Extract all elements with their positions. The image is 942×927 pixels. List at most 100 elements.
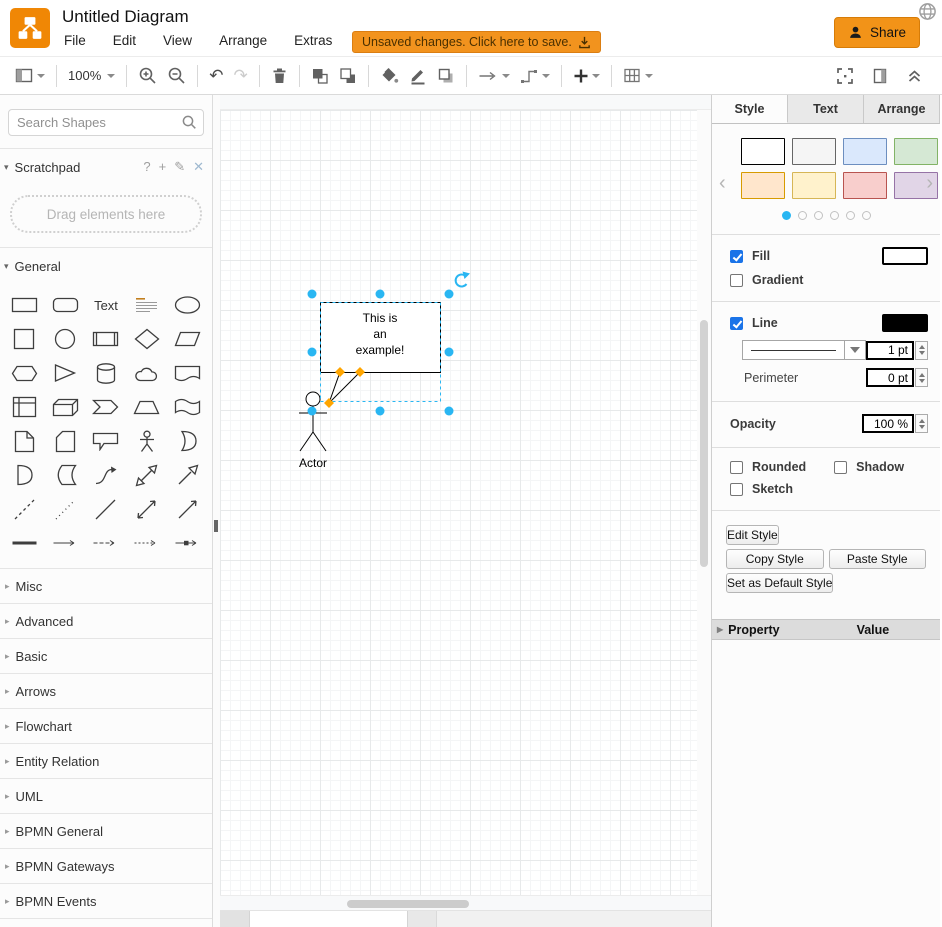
sidebar-section-bpmn-general[interactable]: ▸BPMN General <box>0 813 212 848</box>
swatch-page-dot-4[interactable] <box>846 211 855 220</box>
shape-trapezoid[interactable] <box>126 390 167 424</box>
dropdown-arrow-button[interactable] <box>844 341 865 359</box>
sidebar-section-bpmn-events[interactable]: ▸BPMN Events <box>0 883 212 918</box>
undo-button[interactable]: ↶ <box>204 62 228 90</box>
shape-process[interactable] <box>86 322 127 356</box>
sidebar-section-advanced[interactable]: ▸Advanced <box>0 603 212 638</box>
drawing-page[interactable]: This is an example! Actor <box>220 110 697 895</box>
shape-card[interactable] <box>45 424 86 458</box>
set-default-style-button[interactable]: Set as Default Style <box>726 573 833 593</box>
style-swatch-3[interactable] <box>894 138 938 165</box>
help-icon[interactable]: ? <box>143 159 150 175</box>
shape-note[interactable] <box>4 424 45 458</box>
selection-handle[interactable] <box>308 290 317 299</box>
to-back-button[interactable] <box>334 62 362 90</box>
menu-file[interactable]: File <box>64 33 86 48</box>
property-table-header[interactable]: ▶ Property Value <box>712 619 940 640</box>
shape-curve[interactable] <box>86 458 127 492</box>
shape-tape[interactable] <box>167 390 208 424</box>
selection-handle[interactable] <box>308 407 317 416</box>
selection-handle[interactable] <box>376 407 385 416</box>
zoom-level-dropdown[interactable]: 100% <box>63 62 120 90</box>
copy-style-button[interactable]: Copy Style <box>726 549 824 569</box>
horizontal-scrollbar-thumb[interactable] <box>347 900 469 908</box>
zoom-in-button[interactable] <box>133 62 162 90</box>
fill-color-swatch[interactable] <box>882 247 928 265</box>
style-swatch-1[interactable] <box>792 138 836 165</box>
menu-extras[interactable]: Extras <box>294 33 332 48</box>
sidebar-section-misc[interactable]: ▸Misc <box>0 568 212 603</box>
opacity-input[interactable] <box>862 414 914 433</box>
fill-checkbox[interactable] <box>730 250 743 263</box>
shape-dotted-edge[interactable] <box>126 526 167 560</box>
selected-rectangle-shape[interactable]: This is an example! <box>321 303 441 373</box>
shape-dotted-line[interactable] <box>45 492 86 526</box>
shape-line[interactable] <box>86 492 127 526</box>
delete-button[interactable] <box>266 62 293 90</box>
line-style-dropdown[interactable] <box>742 340 866 360</box>
sketch-checkbox[interactable] <box>730 483 743 496</box>
style-swatch-4[interactable] <box>741 172 785 199</box>
canvas[interactable]: This is an example! Actor <box>220 95 711 927</box>
swatch-page-dot-2[interactable] <box>814 211 823 220</box>
shape-dashed-line[interactable] <box>4 492 45 526</box>
sidebar-section-flowchart[interactable]: ▸Flowchart <box>0 708 212 743</box>
shape-step[interactable] <box>86 390 127 424</box>
shape-cube[interactable] <box>45 390 86 424</box>
scratchpad-dropzone[interactable]: Drag elements here <box>10 195 202 233</box>
opacity-stepper[interactable] <box>915 414 928 433</box>
selection-handle[interactable] <box>445 407 454 416</box>
shape-link[interactable] <box>4 526 45 560</box>
swatch-page-dot-0[interactable] <box>782 211 791 220</box>
unsaved-changes-button[interactable]: Unsaved changes. Click here to save. <box>352 31 601 53</box>
paste-style-button[interactable]: Paste Style <box>829 549 927 569</box>
shape-cloud[interactable] <box>126 356 167 390</box>
line-color-swatch[interactable] <box>882 314 928 332</box>
close-icon[interactable]: ✕ <box>193 159 204 175</box>
shape-document[interactable] <box>167 356 208 390</box>
menu-view[interactable]: View <box>163 33 192 48</box>
language-globe-icon[interactable] <box>918 2 937 26</box>
shape-directional-connector[interactable] <box>167 492 208 526</box>
edit-style-button[interactable]: Edit Style <box>726 525 779 545</box>
line-color-button[interactable] <box>404 62 432 90</box>
shape-cylinder[interactable] <box>86 356 127 390</box>
vertical-scrollbar-thumb[interactable] <box>700 320 708 567</box>
shape-dashed-edge[interactable] <box>86 526 127 560</box>
shape-rounded-rectangle[interactable] <box>45 288 86 322</box>
shape-triangle[interactable] <box>45 356 86 390</box>
sidebar-splitter[interactable] <box>213 95 220 927</box>
sidebar-section-uml[interactable]: ▸UML <box>0 778 212 813</box>
shape-text[interactable]: Text <box>86 288 127 322</box>
add-icon[interactable]: + <box>159 159 167 175</box>
sidebar-section-bpmn-gateways[interactable]: ▸BPMN Gateways <box>0 848 212 883</box>
shape-circle[interactable] <box>45 322 86 356</box>
to-front-button[interactable] <box>306 62 334 90</box>
shadow-checkbox[interactable] <box>834 461 847 474</box>
tab-arrange[interactable]: Arrange <box>864 95 940 123</box>
selection-handle[interactable] <box>308 348 317 357</box>
actor-shape[interactable]: Actor <box>299 392 327 470</box>
shape-textbox[interactable] <box>126 288 167 322</box>
waypoints-button[interactable] <box>515 62 555 90</box>
pages-menu-button[interactable] <box>220 911 250 927</box>
next-styles-arrow[interactable]: › <box>926 172 933 195</box>
rounded-checkbox[interactable] <box>730 461 743 474</box>
page-view-button[interactable] <box>10 62 50 90</box>
scratchpad-header[interactable]: ▾ Scratchpad ? + ✎ ✕ <box>0 149 212 185</box>
shape-hexagon[interactable] <box>4 356 45 390</box>
selection-handle[interactable] <box>376 290 385 299</box>
redo-button[interactable]: ↷ <box>229 62 253 90</box>
shape-bidirectional-connector[interactable] <box>126 492 167 526</box>
rotate-handle[interactable] <box>456 272 470 287</box>
format-panel-toggle-button[interactable] <box>867 62 893 90</box>
sidebar-section-entity-relation[interactable]: ▸Entity Relation <box>0 743 212 778</box>
shape-or[interactable] <box>167 424 208 458</box>
document-title[interactable]: Untitled Diagram <box>62 7 189 27</box>
line-checkbox[interactable] <box>730 317 743 330</box>
perimeter-input[interactable] <box>866 368 914 387</box>
shape-ellipse[interactable] <box>167 288 208 322</box>
shape-actor[interactable] <box>126 424 167 458</box>
fullscreen-button[interactable] <box>831 62 859 90</box>
shadow-button[interactable] <box>432 62 460 90</box>
